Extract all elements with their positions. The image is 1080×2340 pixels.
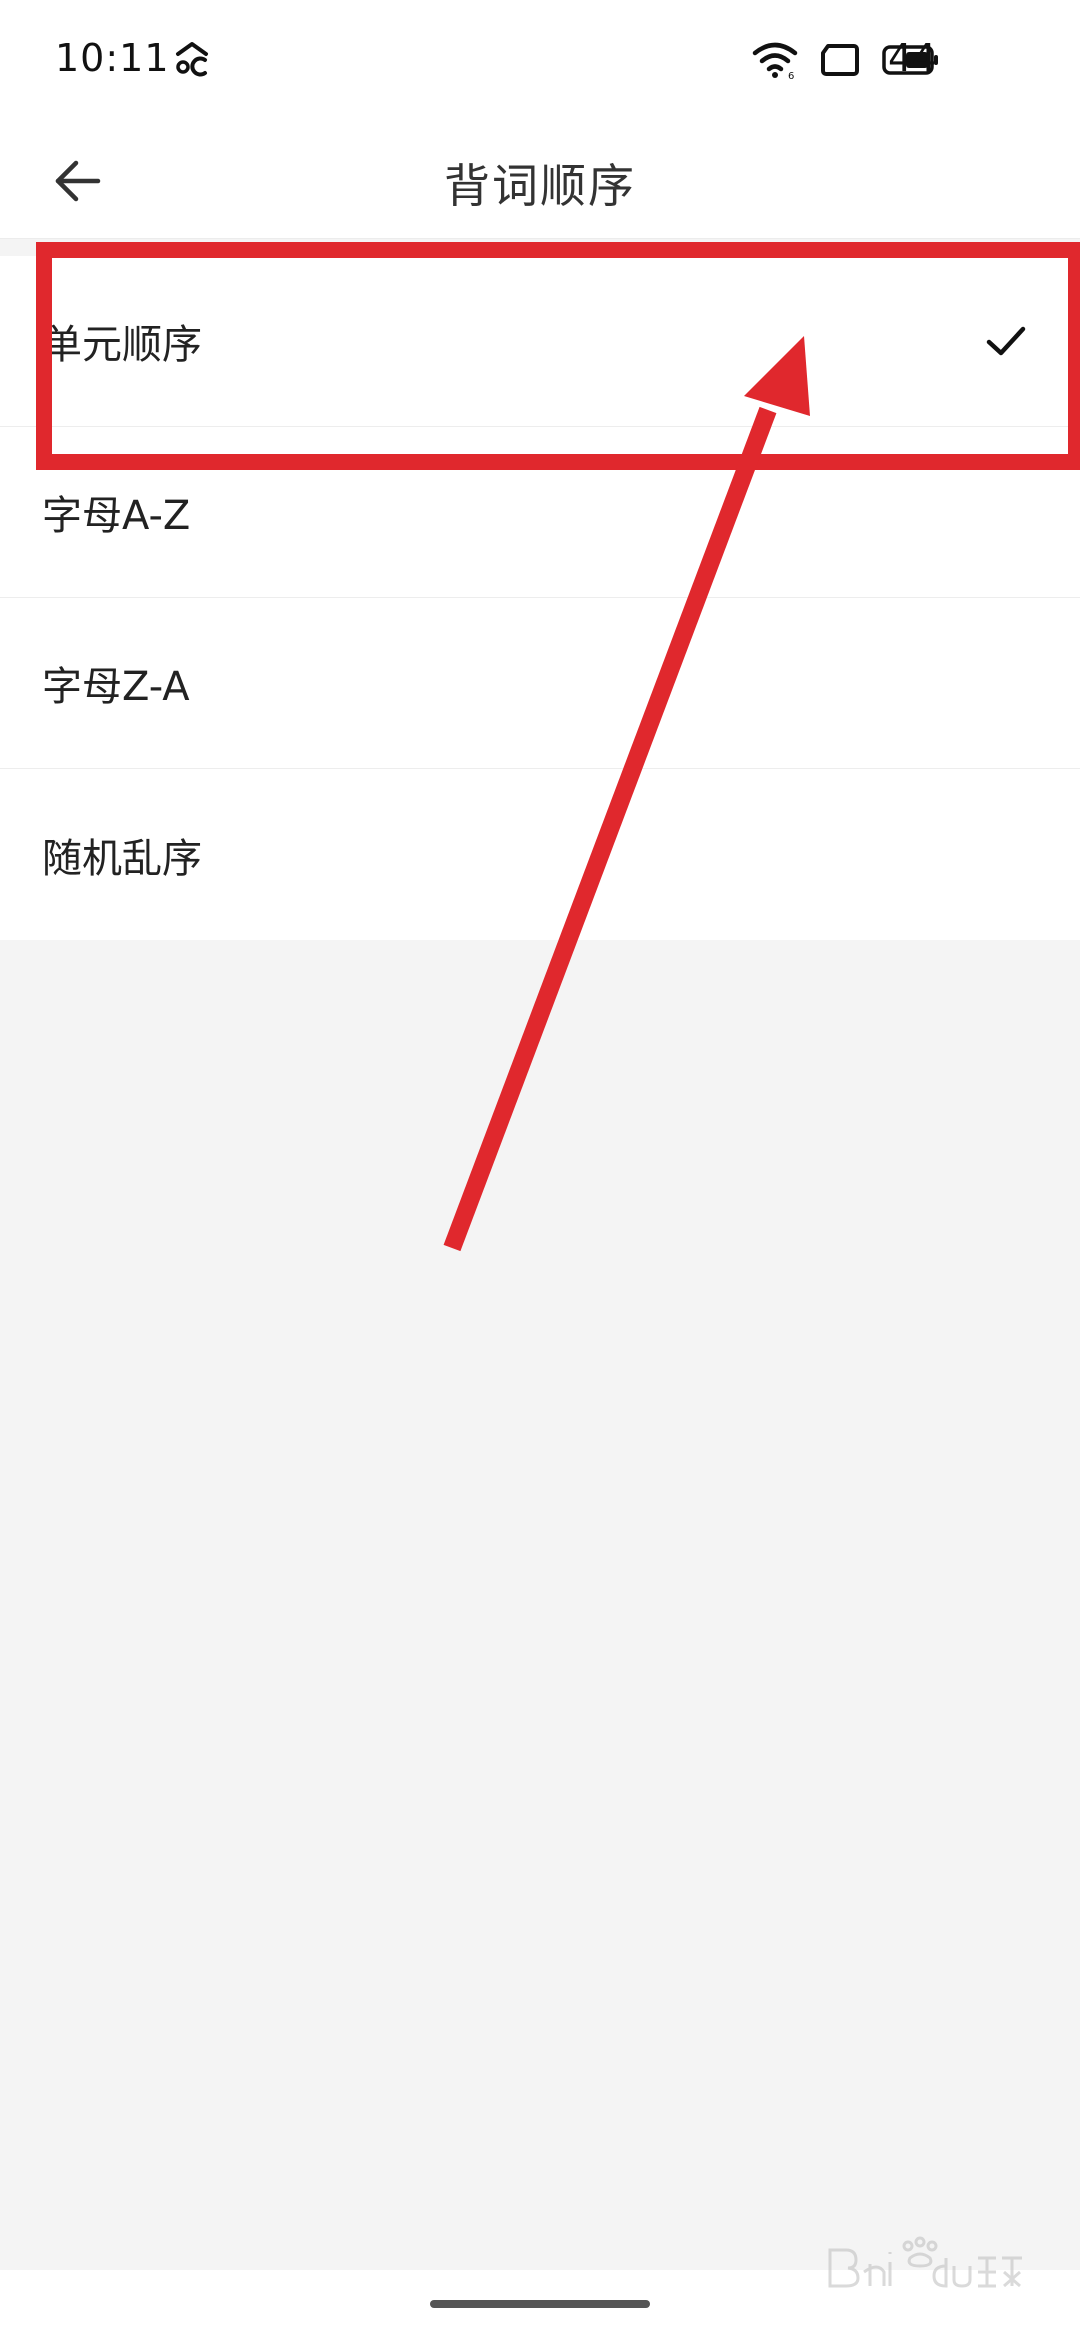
status-bar: 10:11 6 44	[0, 0, 1080, 120]
app-header: 背词顺序	[0, 120, 1080, 239]
wifi-icon: 6	[752, 42, 798, 80]
home-indicator[interactable]	[430, 2300, 650, 2308]
svg-text:6: 6	[788, 71, 794, 80]
option-alphabet-a-z[interactable]: 字母A-Z	[0, 427, 1080, 598]
option-label: 字母A-Z	[42, 493, 191, 539]
status-time: 10:11	[55, 36, 170, 80]
screen-icon	[821, 44, 859, 76]
checkmark-icon	[986, 326, 1026, 356]
order-options-list: 单元顺序 字母A-Z 字母Z-A 随机乱序	[0, 256, 1080, 940]
option-label: 单元顺序	[42, 322, 202, 368]
option-label: 随机乱序	[42, 835, 202, 882]
option-label: 字母Z-A	[42, 664, 190, 710]
battery-level-text: 44	[888, 36, 937, 80]
page-title: 背词顺序	[444, 159, 636, 213]
option-unit-order[interactable]: 单元顺序	[0, 256, 1080, 427]
screen: 10:11 6 44 背词顺序 单元顺序 字母A-Z 字母Z-A 随机乱序	[0, 0, 1080, 2340]
app-notification-icon	[176, 42, 208, 77]
baidu-jingyan-watermark-logo	[828, 2236, 1022, 2288]
option-random-order[interactable]: 随机乱序	[0, 769, 1080, 940]
option-alphabet-z-a[interactable]: 字母Z-A	[0, 598, 1080, 769]
